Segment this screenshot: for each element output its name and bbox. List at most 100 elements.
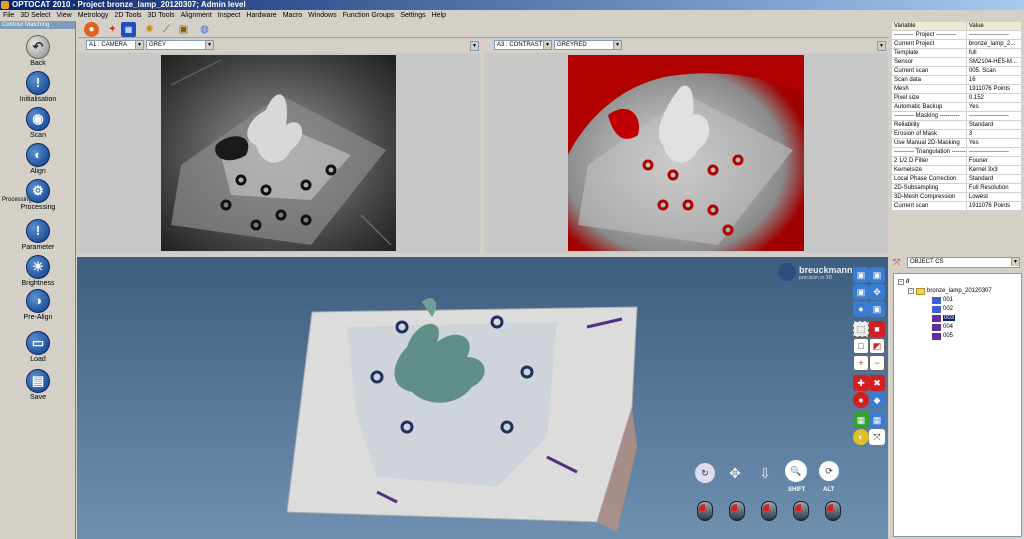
table-row[interactable]: Sensor SM2104-HE5-M...	[891, 57, 1023, 67]
tree-scan-002[interactable]: 002	[932, 305, 953, 313]
menu-settings[interactable]: Settings	[397, 10, 428, 21]
load-button[interactable]: ▭ Load	[0, 331, 76, 363]
menu-metrology[interactable]: Metrology	[75, 10, 112, 21]
table-row[interactable]: Kernelsize Kernel 3x3	[891, 165, 1023, 175]
menu-macro[interactable]: Macro	[280, 10, 305, 21]
menu-windows[interactable]: Windows	[305, 10, 339, 21]
menu-3d-tools[interactable]: 3D Tools	[145, 10, 178, 21]
right-channel-select[interactable]: A3 : CONTRAST ▼	[494, 40, 552, 50]
contrast-viewport[interactable]	[484, 53, 888, 253]
add-select-icon[interactable]: +	[853, 355, 869, 371]
table-row[interactable]: ---------- Project ---------- -----------…	[891, 30, 1023, 40]
3d-viewport[interactable]: breuckmann precision in 3D ▣ ▣ ▣ ✥ ● ▣ ⬚…	[77, 257, 888, 539]
table-row[interactable]: ---------- Masking ---------- -----------…	[891, 111, 1023, 121]
table-row[interactable]: Use Manual 2D-Masking Yes	[891, 138, 1023, 148]
zoom-icon[interactable]: 🔍	[785, 460, 807, 482]
brightness-button[interactable]: ☀ Brightness	[0, 255, 76, 287]
right-mode-select[interactable]: GREYRED ▼	[554, 40, 622, 50]
tree-scan-005[interactable]: 005	[932, 332, 953, 340]
variable-name-cell: Current Project	[891, 39, 967, 49]
tree-scan-004[interactable]: 004	[932, 323, 953, 331]
remove-select-icon[interactable]: −	[869, 355, 885, 371]
table-row[interactable]: Current scan 1911076 Points	[891, 201, 1023, 211]
collapse-icon[interactable]: −	[898, 279, 904, 285]
select-red-icon[interactable]: ■	[869, 321, 885, 337]
menu-view[interactable]: View	[54, 10, 75, 21]
save-button[interactable]: ▤ Save	[0, 369, 76, 401]
tree-scan-003[interactable]: 003	[932, 314, 956, 322]
select-rect-icon[interactable]: ⬚	[853, 321, 869, 337]
parameter-button[interactable]: ! Parameter	[0, 219, 76, 251]
axes-icon[interactable]: ⤧	[869, 429, 885, 445]
axes-icon[interactable]: ⤧	[893, 257, 905, 268]
left-channel-select[interactable]: A1 : CAMERA ▼	[86, 40, 144, 50]
table-row[interactable]: Scan data 16	[891, 75, 1023, 85]
view-top-icon[interactable]: ▣	[853, 284, 869, 300]
globe-icon[interactable]: ◍	[197, 22, 212, 37]
stop-icon[interactable]: ●	[84, 22, 99, 37]
table-row[interactable]: ---------- Triangulation ---------- -----…	[891, 147, 1023, 157]
menu-2d-tools[interactable]: 2D Tools	[111, 10, 144, 21]
table-row[interactable]: Erosion of Mask 3	[891, 129, 1023, 139]
table-row[interactable]: 2D-Subsampling Full Resolution	[891, 183, 1023, 193]
table-row[interactable]: Automatic Backup Yes	[891, 102, 1023, 112]
color-cube-icon[interactable]: ▦	[853, 412, 869, 428]
collapse-icon[interactable]: −	[908, 288, 914, 294]
shrink-select-icon[interactable]: ✖	[869, 375, 885, 391]
view-front-icon[interactable]: ▣	[853, 267, 869, 283]
processing-button[interactable]: ⚙ Processing	[0, 179, 76, 211]
diamond-icon[interactable]: ◆	[869, 392, 885, 408]
align-button[interactable]: ◐ Align	[0, 143, 76, 175]
table-row[interactable]: 2 1/2 D Filter Fourier	[891, 156, 1023, 166]
cs-select[interactable]: OBJECT CS ▼	[907, 257, 1020, 268]
invert-select-icon[interactable]: ◩	[869, 338, 885, 354]
table-row[interactable]: Pixel size 0.152	[891, 93, 1023, 103]
menu-hardware[interactable]: Hardware	[243, 10, 279, 21]
left-viewport-menu[interactable]: ▼	[470, 41, 479, 51]
table-row[interactable]: Template full	[891, 48, 1023, 58]
table-row[interactable]: Current scan 005. Scan	[891, 66, 1023, 76]
tree-project[interactable]: − bronze_lamp_20120307	[908, 287, 992, 295]
menu-alignment[interactable]: Alignment	[178, 10, 215, 21]
rotate-icon[interactable]: ↻	[695, 463, 715, 483]
menu-help[interactable]: Help	[429, 10, 449, 21]
variable-name-cell: Automatic Backup	[891, 102, 967, 112]
back-button[interactable]: ↶ Back	[0, 35, 76, 67]
column-header-value[interactable]: Value	[965, 21, 1023, 31]
view-iso-icon[interactable]: ●	[853, 301, 869, 317]
right-viewport-menu[interactable]: ▼	[877, 41, 886, 51]
curve-icon[interactable]: ⟋	[159, 22, 174, 37]
grid-icon[interactable]: ▦	[869, 412, 885, 428]
move-icon[interactable]: ✥	[725, 463, 745, 483]
tree-scan-001[interactable]: 001	[932, 296, 953, 304]
sphere-select-icon[interactable]: ●	[853, 392, 869, 408]
deselect-icon[interactable]: □	[853, 338, 869, 354]
camera-icon[interactable]: ▣	[176, 22, 191, 37]
menu-3d-select[interactable]: 3D Select	[17, 10, 53, 21]
menu-function-groups[interactable]: Function Groups	[340, 10, 398, 21]
menu-inspect[interactable]: Inspect	[215, 10, 244, 21]
table-row[interactable]: Local Phase Correction Standard	[891, 174, 1023, 184]
arrow-down-icon[interactable]: ⇩	[755, 463, 775, 483]
spin-icon[interactable]: ⟳	[819, 461, 839, 481]
pre-align-button[interactable]: ◑ Pre-Align	[0, 289, 76, 321]
table-row[interactable]: Current Project bronze_lamp_2...	[891, 39, 1023, 49]
camera-viewport[interactable]	[77, 53, 480, 253]
initialisation-button[interactable]: ! Initialisation	[0, 71, 76, 103]
pan-arrows-icon[interactable]: ✥	[869, 284, 885, 300]
left-mode-select[interactable]: GREY ▼	[146, 40, 214, 50]
light-icon[interactable]: ◐	[853, 429, 869, 445]
scan-button[interactable]: ◉ Scan	[0, 107, 76, 139]
tree-root[interactable]: − //	[898, 278, 909, 286]
menu-file[interactable]: File	[0, 10, 17, 21]
column-header-variable[interactable]: Variable	[891, 21, 967, 31]
grow-select-icon[interactable]: ✚	[853, 375, 869, 391]
grid-view-icon[interactable]: ▦	[121, 22, 136, 37]
table-row[interactable]: 3D-Mesh Compression Lowest	[891, 192, 1023, 202]
bulb-icon[interactable]: ✺	[142, 22, 157, 37]
wand-icon[interactable]: ✦	[105, 22, 120, 37]
table-row[interactable]: Reliability Standard	[891, 120, 1023, 130]
table-row[interactable]: Mesh 1911076 Points	[891, 84, 1023, 94]
view-side-icon[interactable]: ▣	[869, 267, 885, 283]
view-bottom-icon[interactable]: ▣	[869, 301, 885, 317]
